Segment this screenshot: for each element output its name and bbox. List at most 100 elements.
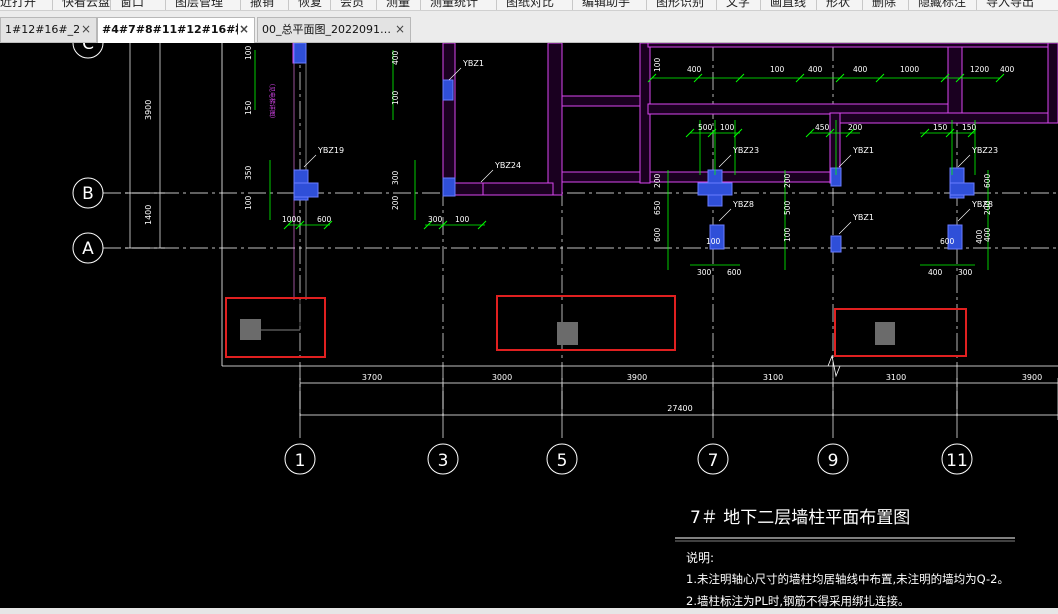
tab-label: 1#12#16#_2…: [5, 23, 80, 36]
component-label: YBZ1: [852, 213, 874, 222]
total-dim-text: 27400: [667, 404, 692, 413]
menu-item-7[interactable]: 测量: [386, 0, 410, 9]
menu-separator: [716, 0, 717, 10]
wall-segment: [442, 43, 456, 194]
menu-item-3[interactable]: 图层管理: [175, 0, 223, 9]
label-leader: [957, 154, 971, 168]
label-leader: [718, 154, 732, 168]
dimension-text: 150: [933, 123, 948, 132]
dimension-text: 600: [983, 173, 992, 188]
component-label: YBZ1: [462, 59, 484, 68]
menu-separator: [330, 0, 331, 10]
column-ybz23-flange: [949, 182, 975, 196]
menu-item-9[interactable]: 图纸对比: [506, 0, 554, 9]
component-label: YBZ24: [494, 161, 521, 170]
menu-item-15[interactable]: 删除: [872, 0, 896, 9]
menu-separator: [760, 0, 761, 10]
axis-label-A: A: [82, 239, 94, 259]
menu-item-8[interactable]: 测量统计: [430, 0, 478, 9]
dimension-text: 450: [815, 123, 830, 132]
dimension-text: 500: [698, 123, 713, 132]
tab-label: 00_总平面图_2022091…: [262, 23, 391, 36]
menu-item-13[interactable]: 画直线: [770, 0, 806, 9]
dimension-text: 600: [317, 215, 332, 224]
menu-item-5[interactable]: 恢复: [298, 0, 322, 9]
axis-label-C: C: [82, 43, 94, 54]
menu-item-2[interactable]: 窗口: [120, 0, 144, 9]
tab-1[interactable]: #4#7#8#11#12#16#楼· ×: [97, 17, 255, 43]
wall-segment: [647, 43, 1049, 48]
component-label: YBZ8: [732, 200, 754, 209]
tab-2[interactable]: 00_总平面图_2022091… ×: [257, 17, 411, 42]
bottom-dim-text: 3700: [362, 373, 382, 382]
dimension-text: 500: [783, 200, 792, 215]
dimension-text: 400: [853, 65, 868, 74]
column-ybz19-top: [293, 43, 307, 64]
dimension-text: 300: [428, 215, 443, 224]
axis-label-11: 11: [946, 451, 968, 471]
dimension-text: 400: [975, 229, 984, 244]
menu-separator: [52, 0, 53, 10]
menu-item-6[interactable]: 会员: [340, 0, 364, 9]
highlight-box-2: [496, 295, 676, 351]
component-label: YBZ23: [732, 146, 759, 155]
menu-item-1[interactable]: 快看云盘: [62, 0, 110, 9]
dimension-text: 150: [244, 100, 253, 115]
bottom-dim-text: 3100: [763, 373, 783, 382]
menu-item-10[interactable]: 编辑助手: [582, 0, 630, 9]
dimension-text: 200: [783, 173, 792, 188]
dimension-text: 1200: [970, 65, 989, 74]
menu-item-17[interactable]: 导入导出: [986, 0, 1034, 9]
wall-segment: [1047, 43, 1058, 124]
highlight-box-3: [834, 308, 967, 357]
menu-separator: [288, 0, 289, 10]
status-bar: [0, 608, 1058, 614]
dimension-text: 100: [244, 45, 253, 60]
menu-item-0[interactable]: 近打开: [0, 0, 36, 9]
component-label: YBZ23: [971, 146, 998, 155]
bottom-dim-text: 3900: [1022, 373, 1042, 382]
menu-separator: [908, 0, 909, 10]
dimension-text: 650: [653, 200, 662, 215]
component-label: YBZ19: [317, 146, 344, 155]
axis-label-3: 3: [438, 451, 449, 471]
dimension-text: 400: [808, 65, 823, 74]
menu-item-14[interactable]: 形状: [826, 0, 850, 9]
elevator-note: （见电梯详图）: [268, 80, 276, 122]
bottom-dim-text: 3000: [492, 373, 512, 382]
dimension-text: 400: [983, 227, 992, 242]
dimension-text: 300: [958, 268, 973, 277]
dimension-text: 300: [697, 268, 712, 277]
component-label: YBZ1: [852, 146, 874, 155]
dimension-text: 200: [391, 195, 400, 210]
tab-close-icon[interactable]: ×: [395, 18, 405, 41]
dimension-text: 1000: [282, 215, 301, 224]
axis-label-1: 1: [295, 451, 306, 471]
column-ybz24: [442, 177, 456, 197]
menu-separator: [240, 0, 241, 10]
dimension-text: 300: [391, 170, 400, 185]
left-dim-text: 3900: [144, 100, 153, 120]
dimension-text: 600: [653, 227, 662, 242]
column-ybz23-flange: [697, 182, 733, 196]
menu-item-12[interactable]: 文字: [726, 0, 750, 9]
axis-label-5: 5: [557, 451, 568, 471]
cad-canvas[interactable]: 3900 1400 C B A 1 3 5 7 9 11 3700 3000 3900 3100 3100 39…: [0, 43, 1058, 611]
wall-segment: [482, 182, 554, 196]
dimension-text: 350: [244, 165, 253, 180]
menu-item-16[interactable]: 隐藏标注: [918, 0, 966, 9]
axis-label-9: 9: [828, 451, 839, 471]
placeholder-marker: [875, 322, 895, 345]
menu-item-11[interactable]: 图形识别: [656, 0, 704, 9]
dimension-text: 100: [244, 195, 253, 210]
axis-label-B: B: [82, 184, 94, 204]
tab-close-icon[interactable]: ×: [239, 18, 249, 41]
tab-close-icon[interactable]: ×: [81, 18, 91, 41]
menu-item-4[interactable]: 撤销: [250, 0, 274, 9]
tab-0[interactable]: 1#12#16#_2…×: [0, 17, 97, 42]
wall-segment: [561, 95, 648, 107]
dimension-text: 100: [391, 90, 400, 105]
menu-separator: [496, 0, 497, 10]
column-ybz1: [830, 235, 842, 253]
label-leader: [718, 208, 732, 222]
